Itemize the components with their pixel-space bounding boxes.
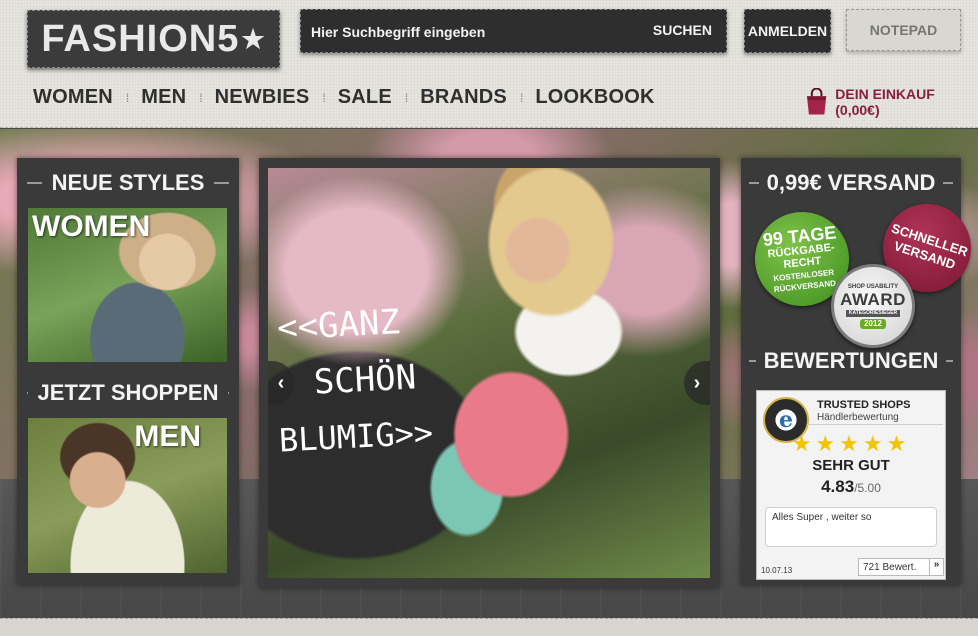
site-logo[interactable]: FASHION5 ★ [27,10,280,68]
heading-shop-now: JETZT SHOPPEN [37,380,219,405]
nav-item-brands[interactable]: BRANDS [420,86,507,109]
footer-strip [0,618,978,636]
badges-area: 99 TAGE RÜCKGABE- RECHT KOSTENLOSER RÜCK… [741,192,978,352]
hero-headline: <<GANZ SCHÖN BLUMIG>> [276,292,455,469]
trusted-shops-widget[interactable]: e TRUSTED SHOPS Händlerbewertung ★★★★★ S… [756,390,946,580]
men-tile[interactable]: MEN [28,418,227,573]
site-header: FASHION5 ★ SUCHEN ANMELDEN NOTEPAD WOMEN… [0,0,978,128]
nav-separator: ⁞ [199,90,203,105]
women-tile[interactable]: WOMEN [28,208,227,362]
heading-shipping: 0,99€ VERSAND [766,170,936,195]
panel-heading: JETZT SHOPPEN [17,380,239,406]
review-date: 10.07.13 [761,566,793,575]
divider [27,392,28,394]
divider [749,182,759,184]
nav-item-women[interactable]: WOMEN [33,86,113,109]
hero-line: <<GANZ [276,302,401,349]
star-icon: ★ [241,23,266,54]
men-tile-label: MEN [134,420,201,453]
divider [946,360,953,362]
divider [943,182,953,184]
chevron-right-icon: › [693,371,701,394]
score-max: /5.00 [854,481,881,495]
review-count-button[interactable]: 721 Bewert. » [858,558,944,576]
trusted-shops-subtitle: Händlerbewertung [817,412,899,423]
panel-heading: BEWERTUNGEN [741,348,961,374]
badge-text: 2012 [860,319,886,329]
nav-separator: ⁞ [322,90,326,105]
right-panel: 0,99€ VERSAND 99 TAGE RÜCKGABE- RECHT KO… [741,158,978,585]
logo-text: FASHION5 [41,17,240,60]
nav-separator: ⁞ [125,90,130,105]
badge-text: KATEGORIESIEGER [845,310,901,317]
chevron-left-icon: ‹ [277,371,285,394]
cart-label: DEIN EINKAUF (0,00€) [835,86,935,118]
hero-line: BLUMIG>> [278,413,434,460]
nav-separator: ⁞ [404,90,409,105]
divider [214,182,229,184]
search-input[interactable] [311,20,641,44]
left-panel: NEUE STYLES WOMEN JETZT SHOPPEN MEN [17,158,239,585]
women-tile-label: WOMEN [32,210,151,243]
main-nav: WOMEN ⁞ MEN ⁞ NEWBIES ⁞ SALE ⁞ BRANDS ⁞ … [33,86,655,109]
nav-item-men[interactable]: MEN [141,86,186,109]
next-slide-button[interactable]: › [684,361,710,405]
search-button[interactable]: SUCHEN [653,22,712,38]
panel-heading: 0,99€ VERSAND [741,170,961,196]
seal-letter: e [779,407,793,433]
shopping-bag-icon [806,88,827,115]
panel-heading: NEUE STYLES [17,170,239,196]
nav-item-lookbook[interactable]: LOOKBOOK [535,86,654,109]
center-panel: <<GANZ SCHÖN BLUMIG>> ‹ › [259,158,720,588]
double-chevron-right-icon: » [929,559,943,575]
hero-slide[interactable]: <<GANZ SCHÖN BLUMIG>> ‹ › [268,168,710,578]
review-text: Alles Super , weiter so [765,507,937,547]
rating-score: 4.83/5.00 [757,477,945,497]
heading-reviews: BEWERTUNGEN [763,348,939,373]
divider [749,360,756,362]
divider [27,182,42,184]
nav-item-sale[interactable]: SALE [338,86,392,109]
nav-item-newbies[interactable]: NEWBIES [215,86,310,109]
rating-stars-icon: ★★★★★ [791,431,911,456]
divider [807,424,943,425]
trusted-shops-title: TRUSTED SHOPS [817,399,911,411]
score-value: 4.83 [821,477,855,496]
heading-new-styles: NEUE STYLES [51,170,205,195]
search-bar: SUCHEN [300,9,727,53]
cart-link[interactable]: DEIN EINKAUF (0,00€) [806,86,978,118]
hero-line: SCHÖN [312,357,418,403]
badge-text: AWARD [840,290,906,309]
login-button[interactable]: ANMELDEN [744,9,831,53]
notepad-button[interactable]: NOTEPAD [846,9,961,51]
usability-award-badge[interactable]: SHOP USABILITY AWARD KATEGORIESIEGER 201… [831,264,915,348]
nav-separator: ⁞ [519,90,524,105]
rating-text: SEHR GUT [812,457,890,474]
divider [228,392,230,394]
review-count-label: 721 Bewert. [863,561,917,573]
